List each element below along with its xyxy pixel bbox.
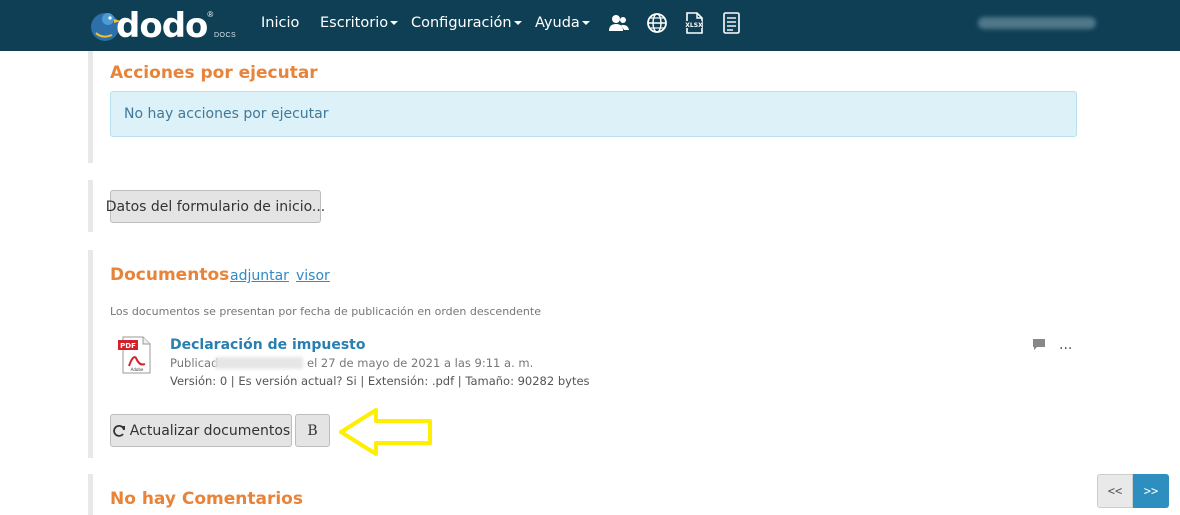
nav-inicio[interactable]: Inicio (261, 15, 299, 31)
top-navbar: dodo ® DOCS Inicio Escritorio Configurac… (0, 0, 1180, 51)
nav-ayuda-label: Ayuda (535, 15, 580, 31)
viewer-link[interactable]: visor (296, 268, 330, 284)
comment-icon[interactable] (1032, 338, 1046, 351)
next-page-label: >> (1143, 484, 1159, 498)
logo-subtitle: DOCS (214, 32, 237, 39)
caret-down-icon (513, 21, 522, 25)
user-menu[interactable] (978, 17, 1096, 29)
document-list-icon[interactable] (720, 12, 742, 34)
more-options-button[interactable]: ... (1059, 337, 1072, 353)
comentarios-title: No hay Comentarios (110, 489, 303, 509)
previous-page-label: << (1107, 484, 1123, 498)
svg-text:Adobe: Adobe (131, 367, 144, 372)
section-divider (88, 474, 93, 515)
refresh-documents-button[interactable]: Actualizar documentos (110, 414, 292, 447)
acciones-alert-text: No hay acciones por ejecutar (124, 106, 329, 122)
previous-page-button[interactable]: << (1097, 474, 1133, 508)
nav-escritorio-label: Escritorio (320, 15, 389, 31)
nav-escritorio[interactable]: Escritorio (320, 15, 399, 31)
dodo-logo[interactable]: dodo ® DOCS (88, 6, 236, 46)
logo-text: dodo (116, 6, 208, 46)
caret-down-icon (581, 21, 590, 25)
svg-text:PDF: PDF (120, 342, 136, 350)
acciones-title: Acciones por ejecutar (110, 63, 318, 83)
nav-ayuda[interactable]: Ayuda (535, 15, 590, 31)
nav-inicio-label: Inicio (261, 15, 300, 31)
start-form-data-label: Datos del formulario de inicio... (105, 198, 326, 215)
section-divider (88, 180, 93, 232)
yellow-arrow-annotation (339, 408, 432, 456)
users-icon[interactable] (608, 12, 630, 34)
redacted-author (215, 357, 303, 369)
refresh-icon (112, 424, 125, 437)
documentos-title: Documentos (110, 265, 230, 285)
b-button[interactable]: B (295, 414, 330, 447)
pdf-file-icon[interactable]: PDF Adobe (117, 336, 153, 374)
globe-icon[interactable] (646, 12, 668, 34)
svg-text:XLSX: XLSX (685, 22, 703, 29)
refresh-documents-label: Actualizar documentos (129, 422, 291, 439)
logo-registered: ® (207, 9, 214, 19)
nav-configuracion-label: Configuración (411, 15, 512, 31)
section-divider (88, 250, 93, 458)
start-form-data-button[interactable]: Datos del formulario de inicio... (106, 190, 325, 223)
document-published-prefix: Publicad (170, 356, 219, 370)
document-meta: Versión: 0 | Es versión actual? Si | Ext… (170, 374, 590, 388)
caret-down-icon (390, 21, 399, 25)
nav-configuracion[interactable]: Configuración (411, 15, 522, 31)
xlsx-icon[interactable]: XLSX (683, 12, 705, 34)
document-published-date: el 27 de mayo de 2021 a las 9:11 a. m. (307, 356, 534, 370)
document-title-link[interactable]: Declaración de impuesto (170, 337, 365, 353)
acciones-alert: No hay acciones por ejecutar (110, 91, 1077, 137)
b-button-label: B (307, 422, 318, 439)
next-page-button[interactable]: >> (1133, 474, 1169, 508)
attach-link[interactable]: adjuntar (230, 268, 289, 284)
section-divider (88, 51, 93, 163)
documents-order-note: Los documentos se presentan por fecha de… (110, 305, 541, 318)
